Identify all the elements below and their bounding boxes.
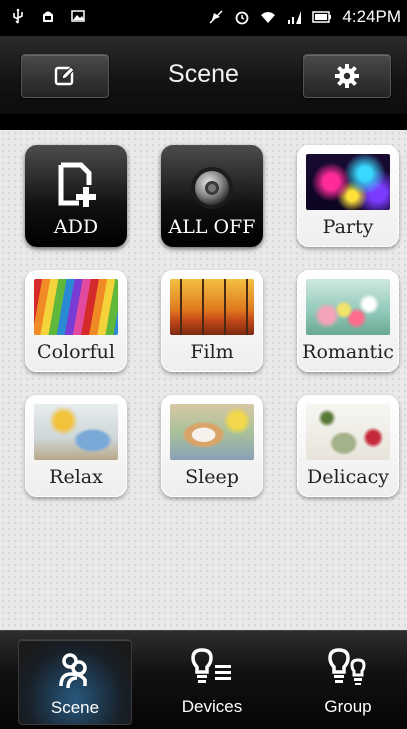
puppy-image — [170, 404, 254, 460]
devices-bulb-icon — [191, 648, 231, 683]
mute-icon — [209, 10, 223, 24]
scene-label: ADD — [53, 216, 99, 238]
bottom-nav: Scene Devices Group — [0, 630, 407, 729]
dessert-image — [306, 404, 390, 460]
scene-label: Colorful — [37, 341, 115, 363]
status-bar: 4:24PM — [0, 0, 407, 36]
scene-label: Romantic — [302, 341, 394, 363]
scene-tile-romantic[interactable]: Romantic — [297, 270, 399, 372]
tab-devices[interactable]: Devices — [156, 639, 268, 723]
alarm-icon — [236, 11, 249, 25]
battery-icon — [312, 11, 332, 23]
android-debug-icon — [43, 11, 53, 22]
tab-group[interactable]: Group — [292, 639, 404, 723]
group-bulbs-icon — [328, 648, 366, 685]
scene-tile-colorful[interactable]: Colorful — [25, 270, 127, 372]
add-document-icon — [58, 162, 96, 207]
scene-label: ALL OFF — [168, 216, 256, 238]
signal-icon — [288, 11, 302, 24]
autumn-forest-image — [170, 279, 254, 335]
party-image — [306, 154, 390, 210]
scene-tile-add[interactable]: ADD — [25, 145, 127, 247]
scene-grid: ADD ALL OFF Party Colorful Film Romantic — [0, 130, 407, 630]
status-time: 4:24PM — [342, 7, 401, 26]
scene-tile-delicacy[interactable]: Delicacy — [297, 395, 399, 497]
app-header: Scene — [0, 36, 407, 115]
scene-label: Party — [322, 216, 374, 238]
scene-label: Delicacy — [307, 466, 389, 488]
scene-tile-party[interactable]: Party — [297, 145, 399, 247]
scene-tile-relax[interactable]: Relax — [25, 395, 127, 497]
gear-icon — [335, 64, 359, 88]
teacup-image — [34, 404, 118, 460]
scene-tile-film[interactable]: Film — [161, 270, 263, 372]
scene-label: Sleep — [185, 466, 239, 488]
nav-label: Scene — [50, 698, 100, 717]
scene-icon — [59, 653, 87, 689]
tab-scene[interactable]: Scene — [18, 639, 132, 725]
colored-pencils-image — [34, 279, 118, 335]
power-knob-icon — [191, 167, 233, 209]
scene-label: Relax — [49, 466, 103, 488]
scene-tile-all-off[interactable]: ALL OFF — [161, 145, 263, 247]
wifi-icon — [261, 12, 276, 23]
nav-label: Devices — [181, 697, 243, 716]
usb-icon — [13, 8, 23, 24]
image-notification-icon — [71, 10, 85, 22]
scene-tile-sleep[interactable]: Sleep — [161, 395, 263, 497]
scene-label: Film — [190, 341, 234, 363]
settings-button[interactable] — [303, 54, 391, 98]
flowers-image — [306, 279, 390, 335]
nav-label: Group — [324, 697, 372, 716]
